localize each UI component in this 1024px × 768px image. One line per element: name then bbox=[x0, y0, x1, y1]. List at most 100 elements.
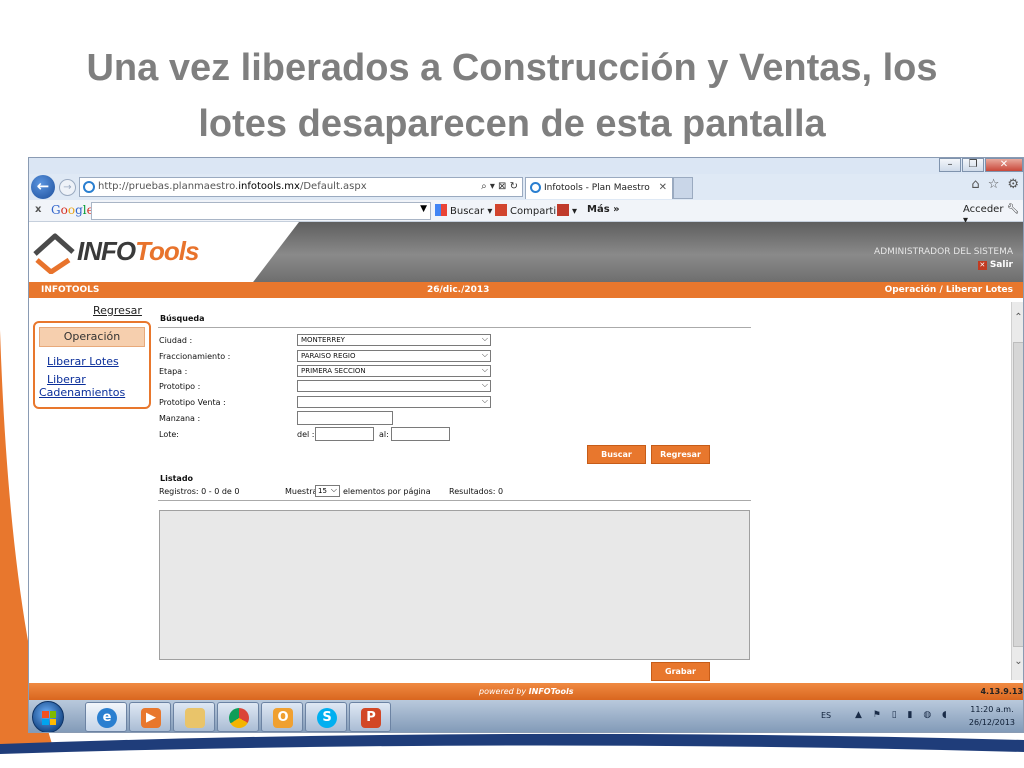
chevron-down-icon: ⌵ bbox=[481, 365, 488, 374]
chevron-down-icon: ⌵ bbox=[481, 396, 488, 405]
regresar-button[interactable]: Regresar bbox=[651, 445, 710, 464]
side-menu: Operación Liberar Lotes Liberar Cadenami… bbox=[33, 321, 151, 409]
home-icon[interactable]: ⌂ bbox=[971, 177, 979, 192]
current-date: 26/dic./2013 bbox=[427, 285, 490, 295]
taskbar-powerpoint[interactable]: P bbox=[349, 702, 391, 732]
tray-icons[interactable]: ▲ ⚑ ▯ ▮ ◍ ◖ bbox=[855, 710, 951, 720]
sidebar-item-liberar[interactable]: Liberar bbox=[47, 373, 86, 386]
page-size-select[interactable]: 15 ⌵ bbox=[315, 485, 340, 497]
chevron-down-icon: ⌵ bbox=[481, 350, 488, 359]
chevron-down-icon: ⌵ bbox=[481, 380, 488, 389]
divider bbox=[158, 327, 751, 328]
chevron-down-icon: ⌵ bbox=[481, 334, 488, 343]
tab-title: Infotools - Plan Maestro bbox=[544, 183, 650, 193]
ciudad-label: Ciudad : bbox=[159, 336, 193, 345]
taskbar-skype[interactable]: S bbox=[305, 702, 347, 732]
grabar-button[interactable]: Grabar bbox=[651, 662, 710, 681]
slide-title: Una vez liberados a Construcción y Venta… bbox=[0, 40, 1024, 152]
scroll-thumb[interactable] bbox=[1013, 342, 1023, 647]
busqueda-title: Búsqueda bbox=[160, 314, 205, 323]
taskbar-outlook[interactable]: O bbox=[261, 702, 303, 732]
window-controls: – ❐ ✕ bbox=[939, 158, 1023, 172]
minimize-icon[interactable]: – bbox=[939, 158, 961, 172]
favorites-star-icon[interactable]: ☆ bbox=[988, 177, 1000, 192]
google-mas-button[interactable]: Más » bbox=[587, 204, 620, 215]
slide-decoration-bottom bbox=[0, 733, 1024, 768]
fraccionamiento-select[interactable]: PARAISO REGIO ⌵ bbox=[297, 350, 491, 362]
scroll-down-icon[interactable]: ⌄ bbox=[1012, 656, 1023, 667]
close-window-icon[interactable]: ✕ bbox=[985, 158, 1023, 172]
media-player-icon: ▶ bbox=[141, 708, 161, 728]
url-path: /Default.aspx bbox=[299, 181, 367, 192]
clock[interactable]: 11:20 a.m. 26/12/2013 bbox=[969, 703, 1015, 729]
regresar-link[interactable]: Regresar bbox=[93, 304, 142, 317]
back-arrow-icon[interactable]: ← bbox=[31, 175, 55, 199]
lote-al-input[interactable] bbox=[391, 427, 450, 441]
address-bar[interactable]: http://pruebas.planmaestro.infotools.mx/… bbox=[79, 177, 523, 197]
language-indicator[interactable]: ES bbox=[821, 711, 831, 720]
settings-gear-icon[interactable]: ⚙ bbox=[1007, 177, 1019, 192]
taskbar-ie[interactable]: e bbox=[85, 702, 127, 732]
lote-del-label: del : bbox=[297, 430, 315, 439]
infotools-logo: INFOTools bbox=[77, 236, 199, 266]
infotools-logo-icon bbox=[33, 233, 75, 274]
restore-icon[interactable]: ❐ bbox=[962, 158, 984, 172]
browser-tab[interactable]: Infotools - Plan Maestro ✕ bbox=[525, 177, 673, 199]
taskbar-media-player[interactable]: ▶ bbox=[129, 702, 171, 732]
toolbar-tool-button[interactable]: ▾ bbox=[557, 204, 577, 217]
registros-count: Registros: 0 - 0 de 0 bbox=[159, 487, 240, 496]
lote-label: Lote: bbox=[159, 430, 179, 439]
scroll-up-icon[interactable]: ⌃ bbox=[1012, 312, 1023, 323]
divider bbox=[158, 500, 751, 501]
ie-page-icon bbox=[83, 181, 95, 193]
context-bar: INFOTOOLS 26/dic./2013 Operación / Liber… bbox=[29, 282, 1023, 298]
sidebar-item-cadenamientos[interactable]: Cadenamientos bbox=[39, 386, 125, 399]
manzana-input[interactable] bbox=[297, 411, 393, 425]
start-button[interactable] bbox=[32, 701, 64, 732]
ciudad-select[interactable]: MONTERREY ⌵ bbox=[297, 334, 491, 346]
app-footer: powered by INFOTools 4.13.9.13 bbox=[29, 683, 1023, 700]
google-toolbar: x Google ▼ Buscar ▾ Compartir ▾ Más » Ac… bbox=[29, 200, 1023, 226]
taskbar-explorer[interactable] bbox=[173, 702, 215, 732]
salir-link[interactable]: ✕ Salir bbox=[977, 260, 1013, 270]
skype-icon: S bbox=[317, 708, 337, 728]
etapa-select[interactable]: PRIMERA SECCION ⌵ bbox=[297, 365, 491, 377]
google-search-icon bbox=[435, 204, 447, 216]
tab-ie-icon bbox=[530, 182, 541, 193]
google-search-input[interactable]: ▼ bbox=[91, 202, 431, 220]
taskbar-chrome[interactable] bbox=[217, 702, 259, 732]
powered-by: powered by INFOTools bbox=[479, 687, 574, 696]
forward-arrow-icon[interactable]: → bbox=[59, 179, 76, 196]
results-grid bbox=[159, 510, 750, 660]
resultados-count: Resultados: 0 bbox=[449, 487, 504, 496]
system-tray: ES ▲ ⚑ ▯ ▮ ◍ ◖ 11:20 a.m. 26/12/2013 bbox=[811, 700, 1023, 732]
lote-al-label: al: bbox=[379, 430, 389, 439]
fraccionamiento-label: Fraccionamiento : bbox=[159, 352, 231, 361]
clock-time: 11:20 a.m. bbox=[970, 705, 1014, 714]
user-role: ADMINISTRADOR DEL SISTEMA bbox=[874, 247, 1013, 257]
side-menu-header: Operación bbox=[39, 327, 145, 347]
muestra-label: Muestra bbox=[285, 487, 318, 496]
ie-icon: e bbox=[97, 708, 117, 728]
lote-del-input[interactable] bbox=[315, 427, 374, 441]
app-header: INFOTools ADMINISTRADOR DEL SISTEMA ✕ Sal… bbox=[29, 222, 1023, 282]
logo-area: INFOTools bbox=[29, 222, 299, 282]
browser-right-icons: ⌂ ☆ ⚙ bbox=[971, 177, 1019, 192]
google-logo: Google bbox=[51, 203, 94, 217]
tab-close-icon[interactable]: ✕ bbox=[659, 178, 667, 198]
search-refresh-icons[interactable]: ⌕ ▾ ⊠ ↻ bbox=[481, 178, 518, 196]
prototipo-venta-select[interactable]: ⌵ bbox=[297, 396, 491, 408]
slide-title-line-2: lotes desaparecen de esta pantalla bbox=[198, 103, 826, 145]
wrench-icon: 🔧︎ bbox=[1006, 204, 1020, 215]
google-compartir-button[interactable]: Compartir bbox=[495, 204, 560, 217]
listado-title: Listado bbox=[160, 474, 194, 483]
company-name: INFOTOOLS bbox=[41, 285, 100, 295]
prototipo-select[interactable]: ⌵ bbox=[297, 380, 491, 392]
toolbar-close-icon[interactable]: x bbox=[35, 204, 41, 215]
sidebar-item-liberar-lotes[interactable]: Liberar Lotes bbox=[47, 355, 119, 368]
buscar-button[interactable]: Buscar bbox=[587, 445, 646, 464]
vertical-scrollbar[interactable]: ⌃ ⌄ bbox=[1011, 302, 1023, 680]
google-buscar-button[interactable]: Buscar ▾ bbox=[435, 204, 492, 217]
new-tab-button[interactable] bbox=[673, 177, 693, 199]
chevron-down-icon[interactable]: ▼ bbox=[420, 204, 427, 214]
